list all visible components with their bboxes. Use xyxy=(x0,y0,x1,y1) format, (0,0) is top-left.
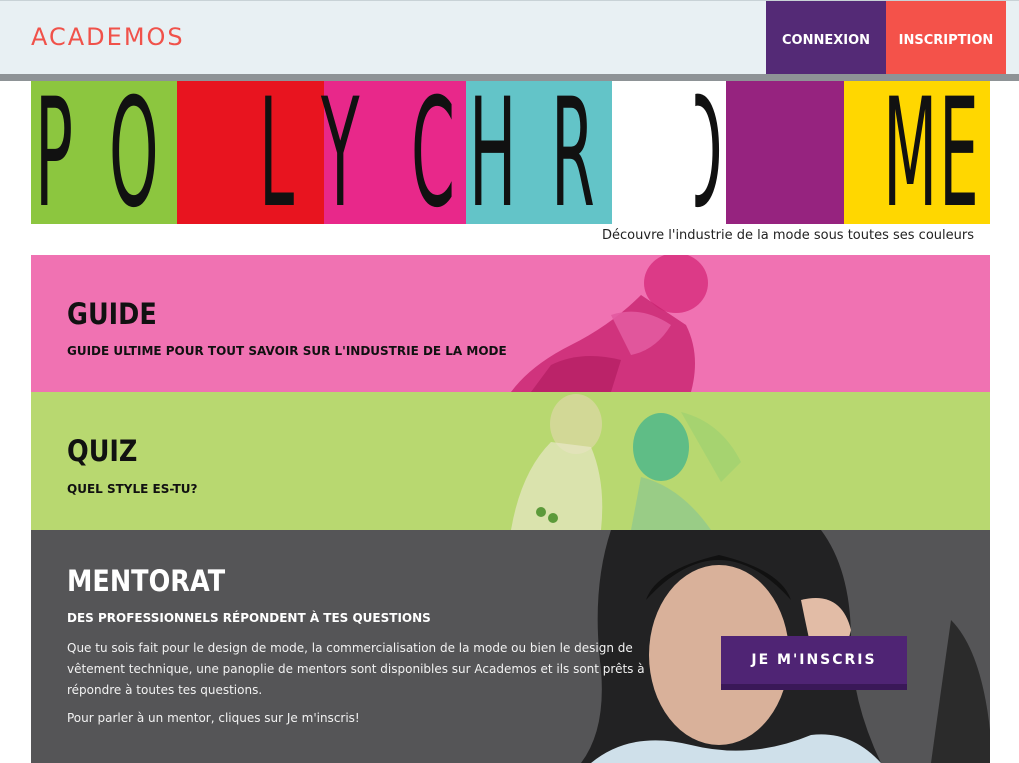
guide-title[interactable]: GUIDE xyxy=(67,297,157,331)
banner-band-purple xyxy=(726,81,844,224)
banner-letter: Y xyxy=(321,67,360,241)
banner-letter: R xyxy=(551,67,595,241)
banner-letter: L xyxy=(259,67,295,241)
guide-section[interactable]: GUIDE GUIDE ULTIME POUR TOUT SAVOIR SUR … xyxy=(31,255,990,392)
quiz-section[interactable]: QUIZ QUEL STYLE ES-TU? xyxy=(31,392,990,530)
banner-letter: O xyxy=(109,67,159,241)
banner-band-red xyxy=(177,81,324,224)
quiz-title[interactable]: QUIZ xyxy=(67,434,137,468)
login-button[interactable]: CONNEXION xyxy=(766,1,886,81)
mentorat-instruction: Pour parler à un mentor, cliques sur Je … xyxy=(67,711,360,725)
signup-cta-button[interactable]: JE M'INSCRIS xyxy=(721,636,907,690)
mentorat-subtitle: DES PROFESSIONNELS RÉPONDENT À TES QUEST… xyxy=(67,611,431,625)
banner-letter: E xyxy=(939,67,979,241)
mentorat-section: MENTORAT DES PROFESSIONNELS RÉPONDENT À … xyxy=(31,530,990,763)
banner-tagline: Découvre l'industrie de la mode sous tou… xyxy=(602,228,974,243)
guide-model-photo xyxy=(511,255,708,392)
mentorat-description: Que tu sois fait pour le design de mode,… xyxy=(67,641,645,697)
quiz-subtitle: QUEL STYLE ES-TU? xyxy=(67,482,198,496)
banner-letter: C xyxy=(411,67,455,241)
banner-letter: P xyxy=(35,67,73,241)
guide-subtitle: GUIDE ULTIME POUR TOUT SAVOIR SUR L'INDU… xyxy=(67,344,507,358)
quiz-models-photo xyxy=(511,394,741,530)
mentorat-title[interactable]: MENTORAT xyxy=(67,564,225,598)
banner-letter: H xyxy=(469,67,517,241)
polychrome-banner: P O L Y C H R O M E xyxy=(31,67,990,241)
banner-letter: M xyxy=(883,67,938,241)
academos-logo[interactable]: ACADEMOS xyxy=(31,23,185,51)
